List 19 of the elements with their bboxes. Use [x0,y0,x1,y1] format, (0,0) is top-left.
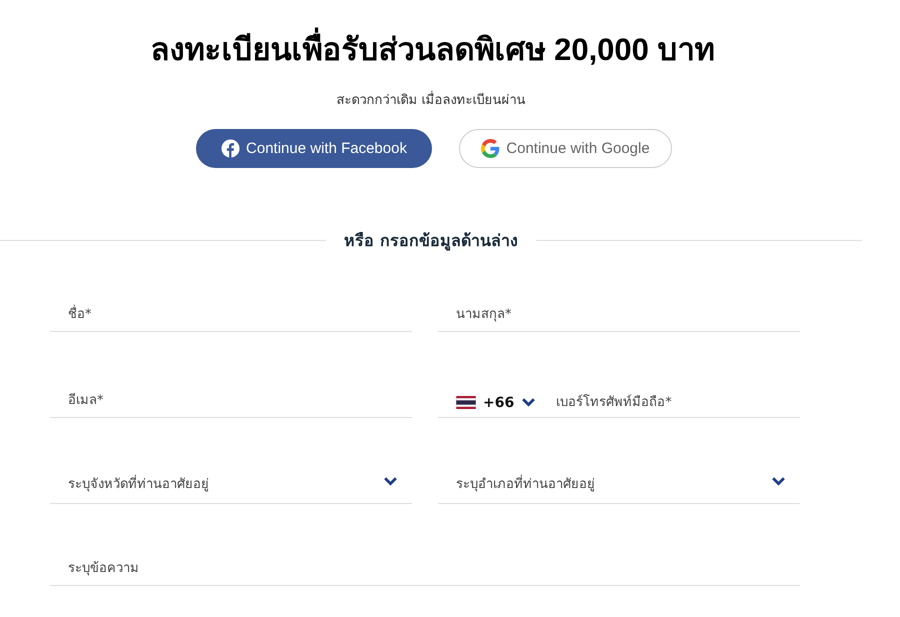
divider-label: หรือ กรอกข้อมูลด้านล่าง [343,230,519,253]
input-field[interactable]: ชื่อ* [50,292,412,332]
google-icon [481,139,500,158]
dropdown-field[interactable]: ระบุจังหวัดที่ท่านอาศัยอยู่ [50,464,412,504]
chevron-down-icon[interactable] [521,397,536,408]
google-button[interactable]: Continue with Google [459,129,672,168]
page-heading: ลงทะเบียนเพื่อรับส่วนลดพิเศษ 20,000 บาท [147,24,715,74]
input-field[interactable]: อีเมล* [50,378,412,418]
chevron-down-icon[interactable] [383,476,398,487]
country-code-select[interactable]: +66 [438,394,536,410]
flag-icon [456,396,476,409]
message-field[interactable]: ระบุข้อความ [50,550,800,586]
chevron-down-icon[interactable] [771,476,786,487]
facebook-button[interactable]: Continue with Facebook [196,129,432,168]
input-field[interactable]: นามสกุล* [438,292,800,332]
phone-field[interactable]: เบอร์โทรศัพท์มือถือ* [536,384,800,422]
subheading: สะดวกกว่าเดิม เมื่อลงทะเบียนผ่าน [336,89,526,110]
facebook-icon [221,139,240,158]
dropdown-field[interactable]: ระบุอำเภอที่ท่านอาศัยอยู่ [438,464,800,504]
